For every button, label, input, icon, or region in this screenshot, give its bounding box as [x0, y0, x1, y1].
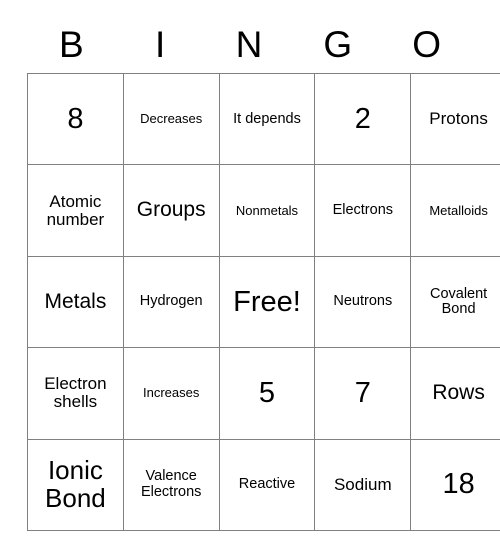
bingo-row: Metals Hydrogen Free! Neutrons Covalent … — [27, 255, 500, 349]
bingo-cell[interactable]: Atomic number — [27, 164, 124, 257]
bingo-cell-free-space[interactable]: Free! — [218, 255, 316, 349]
bingo-header-letter-b: B — [59, 24, 84, 65]
bingo-cell[interactable]: Rows — [410, 347, 500, 440]
bingo-row: Atomic number Groups Nonmetals Electrons… — [27, 164, 500, 257]
bingo-cell[interactable]: 8 — [27, 72, 124, 166]
bingo-cell[interactable]: Reactive — [218, 438, 316, 531]
bingo-cell[interactable]: Electrons — [314, 164, 412, 257]
bingo-cell[interactable]: Hydrogen — [122, 255, 220, 349]
bingo-header-row: B I N G O — [27, 16, 471, 73]
bingo-cell[interactable]: Nonmetals — [218, 164, 316, 257]
bingo-cell[interactable]: Increases — [122, 347, 220, 440]
bingo-row: Ionic Bond Valence Electrons Reactive So… — [27, 438, 500, 531]
bingo-cell[interactable]: Sodium — [314, 438, 412, 531]
bingo-cell[interactable]: 7 — [314, 347, 412, 440]
bingo-cell[interactable]: 2 — [314, 72, 412, 166]
bingo-cell[interactable]: Metalloids — [410, 164, 500, 257]
bingo-cell[interactable]: 5 — [218, 347, 316, 440]
bingo-cell[interactable]: Decreases — [122, 72, 220, 166]
bingo-header-letter-o: O — [412, 24, 441, 65]
bingo-cell[interactable]: Covalent Bond — [410, 255, 500, 349]
bingo-cell[interactable]: Electron shells — [27, 347, 124, 440]
bingo-cell[interactable]: Protons — [410, 72, 500, 166]
bingo-header-letter-i: I — [155, 24, 166, 65]
bingo-cell[interactable]: Metals — [27, 255, 124, 349]
bingo-grid: 8 Decreases It depends 2 Protons Atomic … — [27, 72, 500, 531]
bingo-cell[interactable]: 18 — [410, 438, 500, 531]
bingo-card: B I N G O 8 Decreases It depends 2 Proto… — [27, 16, 500, 531]
bingo-cell[interactable]: Ionic Bond — [27, 438, 124, 531]
bingo-header-letter-n: N — [235, 24, 263, 65]
bingo-row: 8 Decreases It depends 2 Protons — [27, 72, 500, 166]
bingo-header-letter-g: G — [323, 24, 353, 65]
bingo-cell[interactable]: Neutrons — [314, 255, 412, 349]
bingo-cell[interactable]: Groups — [122, 164, 220, 257]
bingo-cell[interactable]: It depends — [218, 72, 316, 166]
bingo-cell[interactable]: Valence Electrons — [122, 438, 220, 531]
bingo-row: Electron shells Increases 5 7 Rows — [27, 347, 500, 440]
